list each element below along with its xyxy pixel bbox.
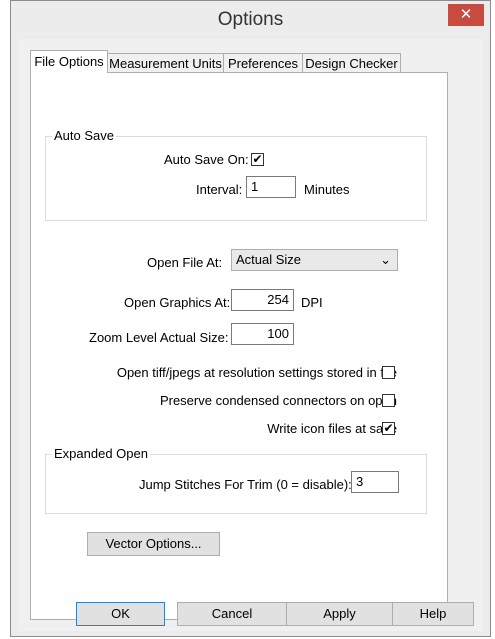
file-options-panel: Auto Save Auto Save On: ✔ Interval: 1 Mi… [30, 72, 448, 620]
dialog-title: Options [217, 9, 284, 30]
dialog-client-area: File Options Measurement Units Preferenc… [18, 39, 483, 631]
interval-input[interactable]: 1 [246, 176, 296, 198]
open-graphics-at-label: Open Graphics At: [124, 295, 231, 310]
auto-save-on-label: Auto Save On: [164, 152, 249, 167]
interval-label: Interval: [196, 182, 243, 197]
tab-measurement-units[interactable]: Measurement Units [107, 53, 224, 72]
open-tiff-checkbox[interactable] [382, 366, 395, 379]
dpi-unit-label: DPI [301, 295, 323, 310]
close-icon: ✕ [459, 6, 473, 23]
tab-preferences[interactable]: Preferences [223, 53, 303, 72]
options-dialog: Options ✕ File Options Measurement Units… [10, 0, 491, 637]
preserve-connectors-label: Preserve condensed connectors on open [159, 393, 397, 408]
checkmark-icon: ✔ [383, 421, 394, 435]
write-icon-files-label: Write icon files at save [267, 421, 397, 436]
vector-options-button[interactable]: Vector Options... [87, 532, 220, 556]
auto-save-group: Auto Save Auto Save On: ✔ Interval: 1 Mi… [45, 128, 427, 221]
tab-file-options[interactable]: File Options [30, 50, 108, 73]
jump-stitches-label: Jump Stitches For Trim (0 = disable): [139, 477, 352, 492]
title-bar: Options ✕ [11, 1, 490, 39]
ok-button[interactable]: OK [76, 602, 165, 626]
chevron-down-icon: ⌄ [380, 252, 391, 267]
jump-stitches-input[interactable]: 3 [351, 471, 399, 493]
expanded-open-group-title: Expanded Open [52, 446, 150, 461]
help-button[interactable]: Help [392, 602, 474, 626]
auto-save-group-title: Auto Save [52, 128, 116, 143]
cancel-button[interactable]: Cancel [177, 602, 287, 626]
expanded-open-group: Expanded Open Jump Stitches For Trim (0 … [45, 446, 427, 514]
open-tiff-label: Open tiff/jpegs at resolution settings s… [116, 365, 397, 380]
checkmark-icon: ✔ [252, 152, 263, 166]
preserve-connectors-checkbox[interactable] [382, 394, 395, 407]
write-icon-files-checkbox[interactable]: ✔ [382, 422, 395, 435]
open-file-at-select[interactable]: Actual Size ⌄ [231, 249, 398, 271]
open-graphics-dpi-input[interactable]: 254 [231, 289, 294, 311]
zoom-level-label: Zoom Level Actual Size: [89, 330, 229, 345]
open-file-at-value: Actual Size [236, 252, 302, 267]
tab-design-checker[interactable]: Design Checker [302, 53, 401, 72]
apply-button[interactable]: Apply [286, 602, 393, 626]
interval-unit-label: Minutes [304, 182, 350, 197]
zoom-level-input[interactable]: 100 [231, 323, 294, 345]
open-file-at-label: Open File At: [147, 255, 223, 270]
close-button[interactable]: ✕ [448, 4, 484, 26]
auto-save-on-checkbox[interactable]: ✔ [251, 153, 264, 166]
